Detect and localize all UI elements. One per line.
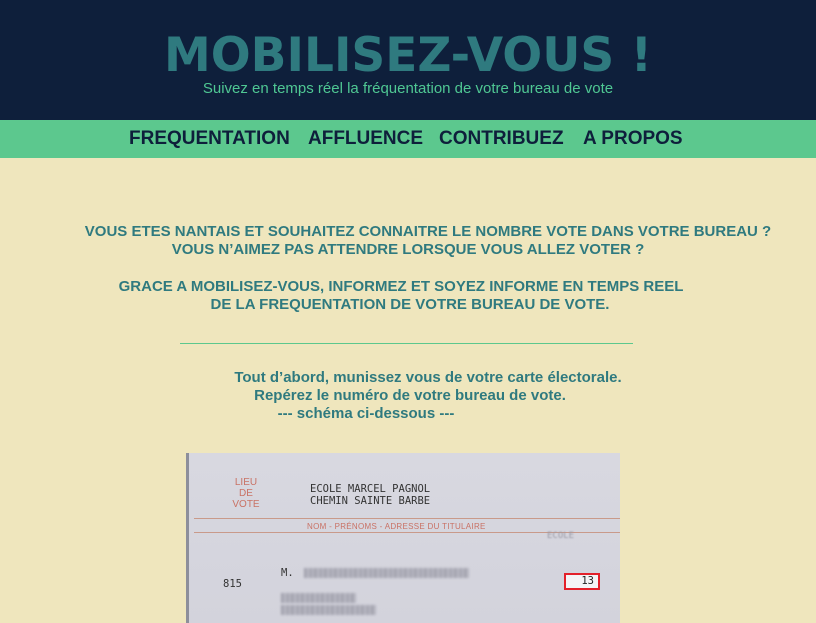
blurred-address-2 (281, 605, 376, 615)
intro-line-1: VOUS ETES NANTAIS ET SOUHAITEZ CONNAITRE… (84, 223, 772, 240)
section-divider (180, 343, 633, 344)
card-civility: M. (281, 567, 294, 579)
blurred-address-1 (281, 593, 356, 603)
blurred-name (304, 568, 469, 578)
card-lieu-line-2: DE (239, 488, 253, 499)
howto-line-1: Tout d’abord, munissez vous de votre car… (234, 369, 622, 386)
nav-item-affluence[interactable]: AFFLUENCE (308, 120, 423, 158)
card-lieu-line-3: VOTE (232, 499, 260, 510)
card-elector-number: 815 (223, 578, 242, 590)
card-address-line-2: CHEMIN SAINTE BARBE (310, 495, 431, 507)
intro-line-3: GRACE A MOBILISEZ-VOUS, INFORMEZ ET SOYE… (118, 278, 684, 295)
voter-card-image: LIEU DE VOTE ECOLE MARCEL PAGNOL CHEMIN … (186, 453, 620, 623)
howto-line-3: --- schéma ci-dessous --- (277, 405, 455, 422)
site-header: MOBILISEZ-VOUS ! Suivez en temps réel la… (0, 0, 816, 120)
main-nav: FREQUENTATION AFFLUENCE CONTRIBUEZ A PRO… (0, 120, 816, 158)
site-title[interactable]: MOBILISEZ-VOUS ! (0, 28, 816, 84)
bureau-number-highlight: 13 (564, 573, 600, 590)
site-subtitle: Suivez en temps réel la fréquentation de… (202, 80, 614, 97)
howto-line-2: Repérez le numéro de votre bureau de vot… (254, 387, 566, 404)
card-rule-top (194, 518, 620, 519)
intro-line-2: VOUS N’AIMEZ PAS ATTENDRE LORSQUE VOUS A… (171, 241, 645, 258)
card-lieu-line-1: LIEU (234, 477, 258, 488)
card-lieu-label: LIEU DE VOTE (229, 477, 263, 510)
nav-item-contribuez[interactable]: CONTRIBUEZ (439, 120, 564, 158)
intro-line-4: DE LA FREQUENTATION DE VOTRE BUREAU DE V… (210, 296, 610, 313)
card-holder-label: NOM - PRÉNOMS - ADRESSE DU TITULAIRE (307, 522, 486, 531)
nav-item-frequentation[interactable]: FREQUENTATION (129, 120, 290, 158)
card-ecole-tag: ECOLE (547, 531, 575, 541)
nav-item-a-propos[interactable]: A PROPOS (583, 120, 683, 158)
